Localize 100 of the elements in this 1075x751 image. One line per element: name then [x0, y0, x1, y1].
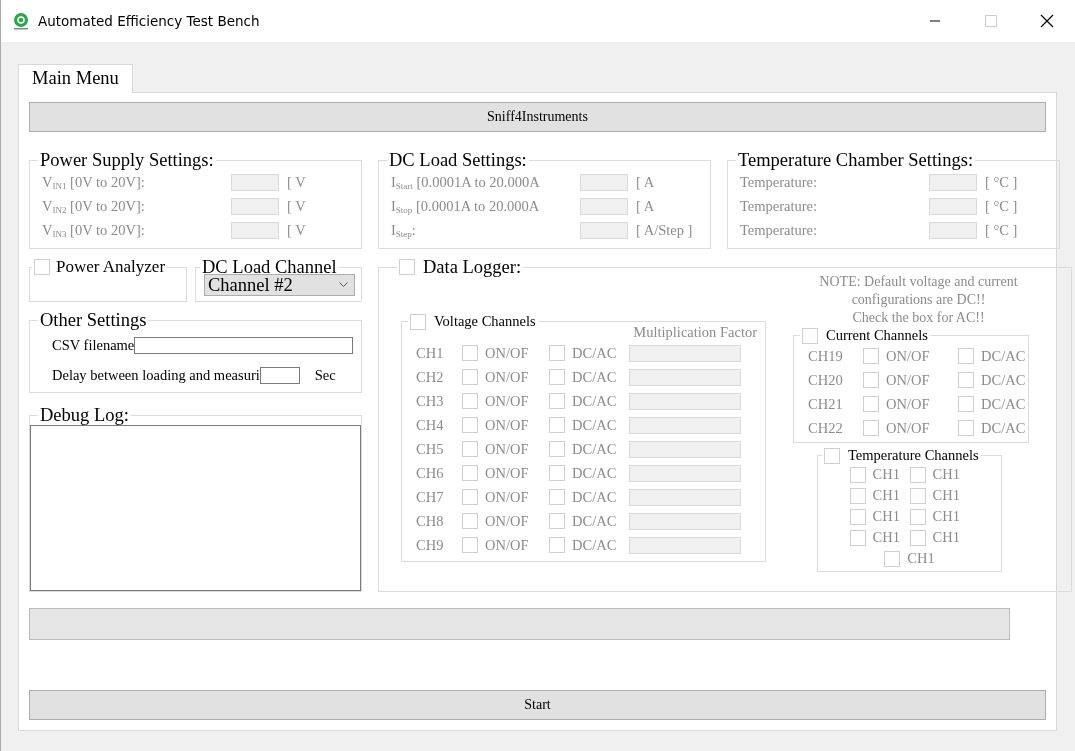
factor-field[interactable] [629, 392, 741, 410]
field-label: V$_{IN1}$ [0V to 20V]: [42, 173, 146, 191]
factor-field[interactable] [629, 536, 741, 554]
field-label: I$_{Step}$: [391, 221, 417, 239]
field-label: Temperature: [740, 197, 819, 215]
on-off-label: ON/OF [485, 344, 529, 362]
checkbox-label: Power Analyzer [56, 257, 166, 277]
on-off-label: ON/OF [886, 371, 930, 389]
channel-label: CH1 [872, 466, 900, 483]
channel-label: CH2 [416, 368, 445, 386]
on-off-label: ON/OF [886, 347, 930, 365]
on-off-label: ON/OF [485, 488, 529, 506]
start-button[interactable]: Start [29, 690, 1046, 720]
checkbox[interactable] [34, 259, 50, 275]
dc-ac-label: DC/AC [572, 440, 617, 458]
channel-label: CH22 [808, 419, 844, 437]
group-title: DC Load Channel [201, 257, 338, 277]
channel-label: CH4 [416, 416, 445, 434]
input-field[interactable] [929, 173, 977, 191]
channel-label: CH6 [416, 464, 445, 482]
app-icon [12, 12, 30, 30]
maximize-icon [985, 15, 997, 27]
channel-label: CH1 [932, 466, 960, 483]
checkbox-label: Voltage Channels [434, 313, 536, 330]
unit-label: [ V [287, 197, 307, 215]
unit-label: [ °C ] [985, 173, 1019, 191]
dc-ac-label: DC/AC [572, 392, 617, 410]
dc-ac-label: DC/AC [981, 419, 1026, 437]
tab[interactable]: Main Menu [18, 64, 133, 93]
on-off-label: ON/OF [485, 416, 529, 434]
group-title: Other Settings [39, 310, 148, 330]
dc-ac-label: DC/AC [572, 488, 617, 506]
channel-label: CH21 [808, 395, 844, 413]
unit-label: Sec [314, 366, 336, 384]
input-field[interactable] [580, 197, 628, 215]
window-title: Automated Efficiency Test Bench [38, 13, 260, 29]
dc-ac-label: DC/AC [981, 371, 1026, 389]
chevron-icon [339, 282, 348, 288]
channel-label: CH1 [907, 550, 935, 567]
channel-label: CH5 [416, 440, 445, 458]
field-label: Temperature: [740, 221, 819, 239]
unit-label: [ °C ] [985, 221, 1019, 239]
csv-filename-field[interactable] [134, 336, 353, 354]
factor-field[interactable] [629, 512, 741, 530]
group-title: Debug Log: [39, 405, 130, 425]
dc-ac-label: DC/AC [572, 536, 617, 554]
unit-label: [ A/Step ] [636, 221, 694, 239]
factor-field[interactable] [629, 368, 741, 386]
input-field[interactable] [929, 221, 977, 239]
field-label: V$_{IN2}$ [0V to 20V]: [42, 197, 146, 215]
factor-field[interactable] [629, 440, 741, 458]
delay-field[interactable] [259, 366, 300, 384]
field-label: CSV filename [52, 336, 135, 354]
on-off-label: ON/OF [485, 440, 529, 458]
factor-field[interactable] [629, 416, 741, 434]
channel-label: CH1 [872, 508, 900, 525]
unit-label: [ V [287, 221, 307, 239]
channel-label: CH19 [808, 347, 844, 365]
input-field[interactable] [929, 197, 977, 215]
checkbox-label: Data Logger: [423, 257, 522, 277]
channel-dropdown[interactable]: Channel #2 [204, 274, 355, 296]
field-label: I$_{Stop}$ [0.0001A to 20.000A [391, 197, 541, 215]
unit-label: [ °C ] [985, 197, 1019, 215]
input-field[interactable] [580, 173, 628, 191]
input-field[interactable] [231, 197, 279, 215]
input-field[interactable] [231, 221, 279, 239]
column-heading: Multiplication Factor [632, 324, 757, 341]
on-off-label: ON/OF [485, 464, 529, 482]
channel-label: CH7 [416, 488, 445, 506]
dc-ac-label: DC/AC [572, 464, 617, 482]
factor-field[interactable] [629, 488, 741, 506]
field-label: Delay between loading and measuri [52, 366, 260, 384]
channel-label: CH1 [872, 529, 900, 546]
factor-field[interactable] [629, 344, 741, 362]
unit-label: [ V [287, 173, 307, 191]
field-label: V$_{IN3}$ [0V to 20V]: [42, 221, 146, 239]
dc-ac-label: DC/AC [572, 368, 617, 386]
field-label: I$_{Start}$ [0.0001A to 20.000A [391, 173, 541, 191]
dc-ac-label: DC/AC [572, 416, 617, 434]
dc-ac-label: DC/AC [572, 512, 617, 530]
group-title: DC Load Settings: [388, 150, 528, 170]
dc-ac-label: DC/AC [981, 347, 1026, 365]
factor-field[interactable] [629, 464, 741, 482]
input-field[interactable] [580, 221, 628, 239]
checkbox-label: Current Channels [826, 327, 928, 344]
group-title: Temperature Chamber Settings: [737, 150, 975, 170]
checkbox-label: Temperature Channels [848, 447, 979, 464]
unit-label: [ A [636, 197, 656, 215]
unit-label: [ A [636, 173, 656, 191]
field-label: Temperature: [740, 173, 819, 191]
channel-label: CH1 [932, 508, 960, 525]
on-off-label: ON/OF [485, 512, 529, 530]
channel-label: CH9 [416, 536, 445, 554]
note-text: NOTE: Default voltage and current configurations are DC!! Check the box for AC!! [818, 273, 1019, 327]
input-field[interactable] [231, 173, 279, 191]
channel-label: CH1 [932, 487, 960, 504]
close-icon [1040, 14, 1054, 28]
channel-label: CH20 [808, 371, 844, 389]
group-title: Power Supply Settings: [39, 150, 215, 170]
sniff-button[interactable]: Sniff4Instruments [29, 102, 1046, 132]
